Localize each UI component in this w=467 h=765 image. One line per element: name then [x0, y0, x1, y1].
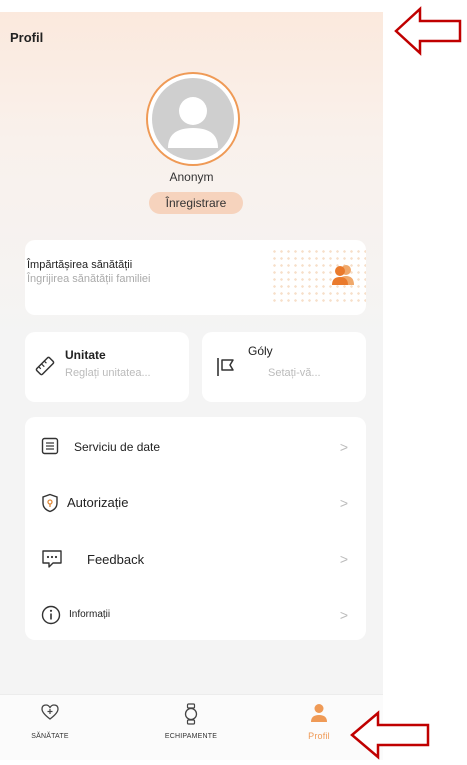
chevron-right-icon: >	[339, 495, 348, 511]
settings-menu: Serviciu de date > Autorizație > Feedbac…	[25, 417, 366, 640]
tab-devices[interactable]: ECHIPAMENTE	[141, 695, 241, 760]
unit-subtitle: Reglați unitatea...	[65, 367, 151, 379]
avatar[interactable]	[146, 72, 240, 166]
health-sharing-card[interactable]: Împărtășirea sănătății Îngrijirea sănătă…	[25, 240, 366, 315]
list-document-icon	[41, 437, 59, 460]
page-title: Profil	[10, 30, 44, 45]
chevron-right-icon: >	[339, 551, 348, 567]
menu-item-authorization[interactable]: Autorizație >	[25, 483, 366, 523]
info-icon	[41, 605, 61, 630]
goals-subtitle: Setați-vă...	[268, 367, 321, 379]
annotation-arrow-left-icon	[394, 6, 462, 61]
menu-item-label: Autorizație	[67, 495, 129, 510]
goals-tile[interactable]: Góly Setați-vă...	[202, 332, 366, 402]
menu-item-label: Informații	[69, 609, 111, 620]
username: Anonym	[169, 170, 214, 184]
chevron-right-icon: >	[339, 439, 348, 455]
bottom-tab-bar: SĂNĂTATE ECHIPAMENTE Profil	[0, 694, 383, 760]
chat-bubble-icon	[41, 549, 63, 574]
profile-screen: Profil Anonym Înregistrare Împărtășirea …	[0, 12, 383, 760]
tab-health[interactable]: SĂNĂTATE	[0, 695, 100, 760]
tab-label: SĂNĂTATE	[31, 733, 69, 740]
tab-label: ECHIPAMENTE	[164, 733, 218, 740]
menu-item-label: Serviciu de date	[74, 440, 161, 454]
unit-title: Unitate	[65, 348, 106, 362]
unit-tile[interactable]: Unitate Reglați unitatea...	[25, 332, 189, 402]
heart-plus-icon	[0, 703, 100, 721]
watch-icon	[141, 703, 241, 725]
annotation-arrow-left-icon	[350, 710, 430, 765]
health-sharing-subtitle: Îngrijirea sănătății familiei	[27, 273, 151, 285]
menu-item-label: Feedback	[87, 552, 145, 567]
health-sharing-title: Împărtășirea sănătății	[27, 259, 133, 271]
menu-item-data-service[interactable]: Serviciu de date >	[25, 427, 366, 467]
shield-icon	[41, 493, 59, 518]
avatar-placeholder-icon	[152, 78, 234, 160]
register-button[interactable]: Înregistrare	[149, 192, 243, 214]
family-users-icon	[331, 264, 355, 291]
flag-icon	[215, 356, 237, 383]
menu-item-feedback[interactable]: Feedback >	[25, 539, 366, 579]
chevron-right-icon: >	[339, 607, 348, 623]
goals-title: Góly	[248, 344, 273, 358]
ruler-icon	[35, 356, 55, 381]
menu-item-information[interactable]: Informații >	[25, 595, 366, 635]
